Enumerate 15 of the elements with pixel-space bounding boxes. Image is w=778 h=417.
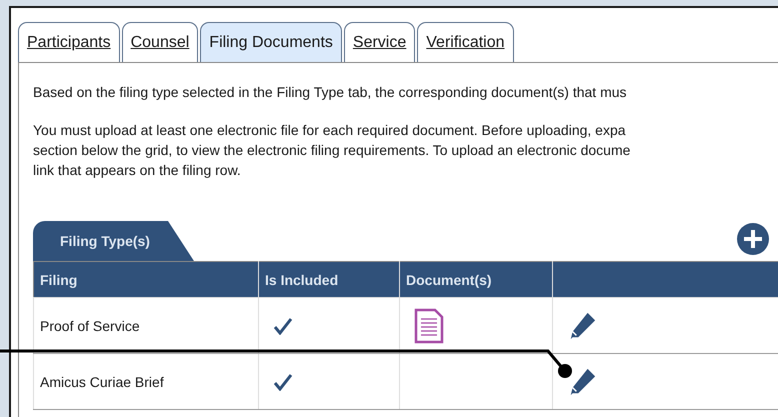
document-icon[interactable] — [414, 308, 444, 344]
column-header: Filing — [34, 262, 258, 298]
tab[interactable]: Verification — [417, 22, 514, 62]
tab[interactable]: Service — [344, 22, 416, 62]
instruction-text: You must upload at least one electronic file for each required document. Before uploading, expa section below the grid, to view the electronic filing requirements. To upload an electronic docume link that appears on the filing row. — [33, 121, 632, 180]
add-icon[interactable] — [737, 223, 769, 255]
column-header: Document(s) — [400, 262, 552, 298]
table-cell: Amicus Curiae Brief — [34, 354, 258, 410]
tab[interactable]: Counsel — [122, 22, 198, 62]
table-cell: Proof of Service — [34, 298, 258, 354]
tab[interactable]: Participants — [18, 22, 120, 62]
tab[interactable]: Filing Documents — [200, 22, 342, 62]
column-header: Is Included — [258, 262, 400, 298]
grid-tab[interactable]: Filing Type(s) — [33, 221, 194, 261]
instruction-text: Based on the filing type selected in the Filing Type tab, the corresponding document(s) that mus — [33, 83, 628, 102]
